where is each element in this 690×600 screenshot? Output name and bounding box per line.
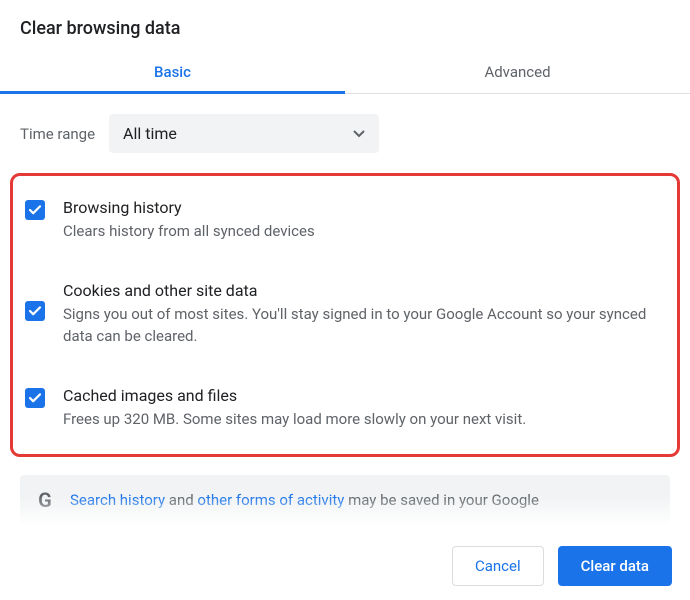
time-range-label: Time range	[20, 125, 95, 143]
item-title: Cached images and files	[63, 386, 665, 405]
tab-advanced[interactable]: Advanced	[345, 49, 690, 93]
item-title: Cookies and other site data	[63, 281, 665, 300]
checkbox-cookies[interactable]	[25, 301, 45, 321]
tabs: Basic Advanced	[0, 49, 690, 94]
dialog-title: Clear browsing data	[0, 0, 690, 49]
checkbox-cache[interactable]	[25, 388, 45, 408]
time-range-row: Time range All time	[20, 114, 670, 153]
info-text: Search history and other forms of activi…	[70, 491, 539, 509]
item-cache: Cached images and files Frees up 320 MB.…	[21, 376, 669, 441]
info-mid: and	[165, 491, 197, 509]
checkbox-browsing-history[interactable]	[25, 200, 45, 220]
chevron-down-icon	[353, 126, 365, 142]
info-row: G Search history and other forms of acti…	[20, 475, 670, 525]
link-other-activity[interactable]: other forms of activity	[197, 491, 344, 509]
clear-data-button[interactable]: Clear data	[558, 546, 672, 586]
tab-basic[interactable]: Basic	[0, 49, 345, 93]
dialog-footer: Cancel Clear data	[452, 546, 672, 586]
link-search-history[interactable]: Search history	[70, 491, 165, 509]
cancel-button[interactable]: Cancel	[452, 546, 544, 586]
item-desc: Clears history from all synced devices	[63, 220, 665, 243]
item-desc: Signs you out of most sites. You'll stay…	[63, 303, 665, 348]
item-browsing-history: Browsing history Clears history from all…	[21, 188, 669, 253]
dialog-content: Time range All time Browsing history Cle…	[0, 94, 690, 545]
item-cookies: Cookies and other site data Signs you ou…	[21, 271, 669, 358]
time-range-select[interactable]: All time	[109, 114, 379, 153]
google-icon: G	[34, 489, 56, 511]
time-range-value: All time	[123, 124, 177, 143]
info-tail: may be saved in your Google	[344, 491, 539, 509]
highlight-box: Browsing history Clears history from all…	[10, 173, 680, 457]
item-desc: Frees up 320 MB. Some sites may load mor…	[63, 408, 665, 431]
item-title: Browsing history	[63, 198, 665, 217]
